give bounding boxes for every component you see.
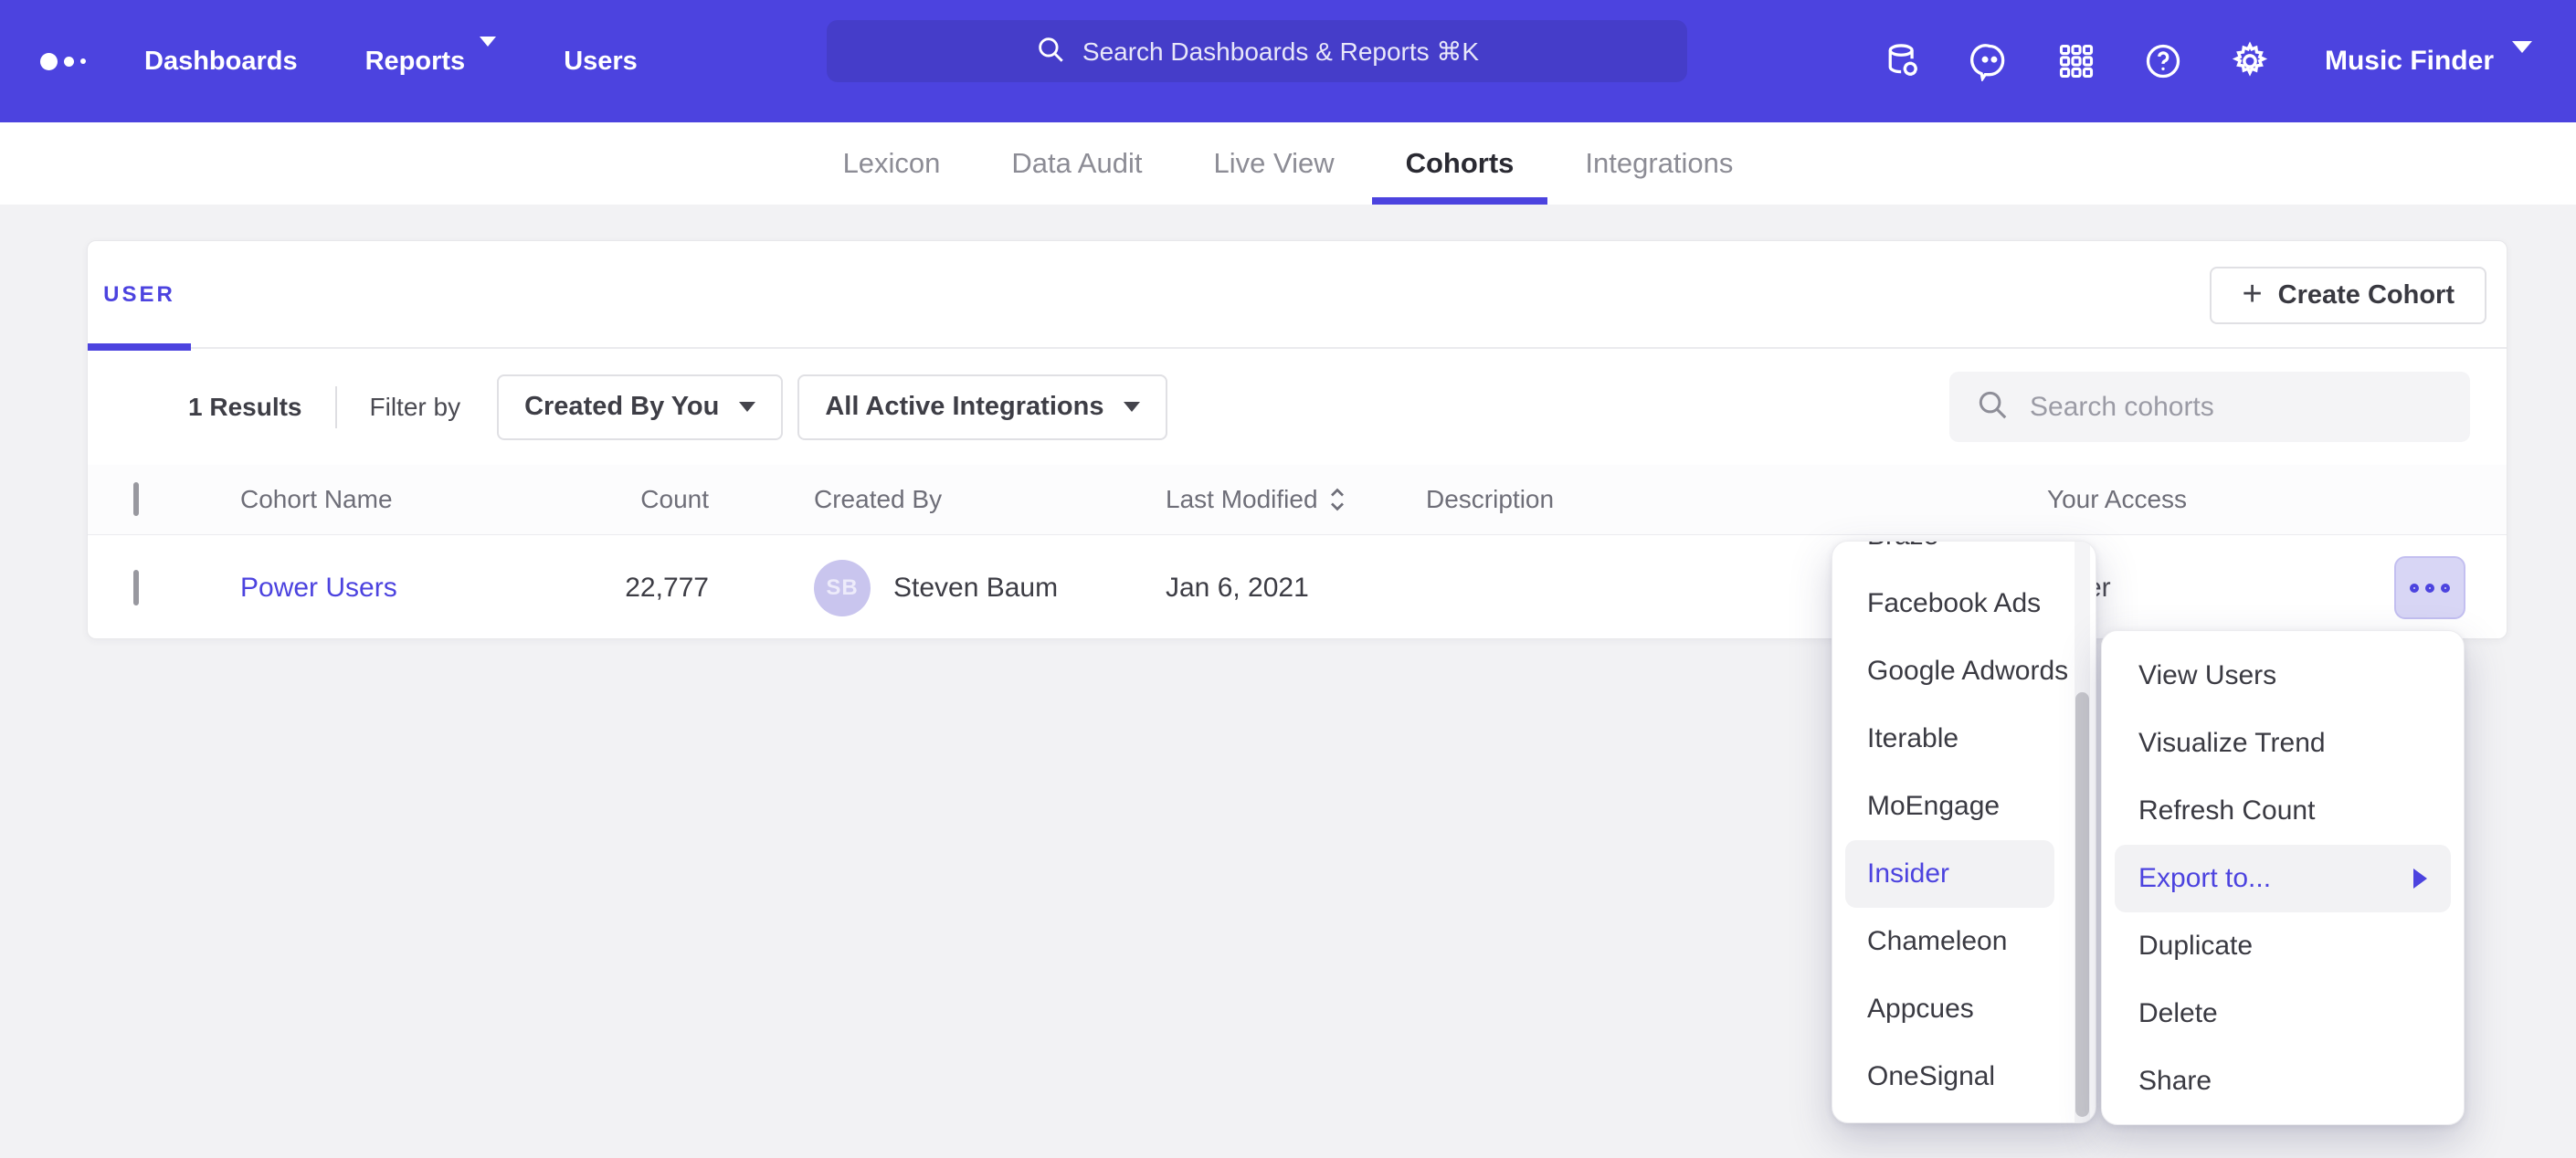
cohort-count: 22,777 (544, 573, 709, 604)
help-icon[interactable] (2142, 40, 2184, 82)
section-tab[interactable]: Live View (1179, 122, 1367, 205)
feedback-icon[interactable] (1969, 40, 2011, 82)
context-menu-item[interactable]: View Users (2102, 642, 2464, 710)
search-cohorts-placeholder: Search cohorts (2030, 392, 2214, 423)
app-screen: Dashboards Reports Users Search Dashboar… (0, 0, 2576, 1158)
search-icon (1975, 387, 2010, 426)
table-header: Cohort Name Count Created By Last Modifi… (88, 465, 2507, 535)
context-menu-list: View Users Visualize Trend Refresh Count… (2102, 642, 2464, 1115)
export-submenu-item[interactable]: Facebook Ads (1832, 570, 2096, 637)
row-context-menu: View Users Visualize Trend Refresh Count… (2101, 630, 2465, 1125)
context-menu-item[interactable]: Export to... (2115, 845, 2451, 912)
top-nav-item[interactable]: Users (564, 47, 638, 77)
section-tab[interactable]: Lexicon (809, 122, 975, 205)
dot-icon (2441, 584, 2450, 593)
column-header-count[interactable]: Count (544, 485, 709, 514)
top-nav: Dashboards Reports Users Search Dashboar… (0, 0, 2576, 122)
created-by-filter[interactable]: Created By You (497, 374, 783, 440)
context-menu-item[interactable]: Refresh Count (2102, 777, 2464, 845)
export-submenu-item[interactable]: Insider (1845, 840, 2054, 908)
tab-user[interactable]: USER (88, 241, 191, 349)
export-submenu-item[interactable]: Chameleon (1832, 908, 2096, 975)
settings-gear-icon[interactable] (2229, 40, 2271, 82)
global-search-placeholder: Search Dashboards & Reports ⌘K (1082, 37, 1479, 67)
export-submenu-item[interactable]: MoEngage (1832, 773, 2096, 840)
section-tabs: Lexicon Data Audit Live View Cohorts Int… (0, 122, 2576, 205)
table-row: Power Users 22,777 SB Steven Baum Jan 6,… (88, 535, 2507, 640)
top-nav-item[interactable]: Reports (365, 47, 497, 77)
search-cohorts-input[interactable]: Search cohorts (1949, 372, 2470, 442)
avatar: SB (814, 560, 871, 616)
last-modified-date: Jan 6, 2021 (1166, 573, 1309, 604)
context-menu-item[interactable]: Visualize Trend (2102, 710, 2464, 777)
column-header-description[interactable]: Description (1426, 485, 1554, 514)
sort-icon (1327, 486, 1347, 513)
chevron-down-icon (2512, 53, 2532, 69)
top-nav-menu: Dashboards Reports Users (144, 47, 638, 77)
column-header-last-modified[interactable]: Last Modified (1166, 485, 1347, 514)
context-menu-item[interactable]: Share (2102, 1047, 2464, 1115)
export-submenu-item[interactable]: Braze (1832, 541, 2096, 570)
cohort-type-tabs: USER + Create Cohort (88, 241, 2507, 349)
row-checkbox[interactable] (133, 570, 139, 605)
column-header-your-access[interactable]: Your Access (2047, 485, 2187, 514)
scrollbar-thumb[interactable] (2075, 692, 2089, 1117)
mixpanel-logo[interactable] (40, 53, 104, 70)
export-submenu-item[interactable]: Appcues (1832, 975, 2096, 1043)
cohort-name-link[interactable]: Power Users (240, 573, 397, 604)
row-actions-button[interactable] (2394, 556, 2465, 619)
global-search-input[interactable]: Search Dashboards & Reports ⌘K (827, 20, 1687, 82)
section-tab[interactable]: Integrations (1551, 122, 1767, 205)
chevron-down-icon (1124, 402, 1140, 412)
context-menu-item[interactable]: Delete (2102, 980, 2464, 1047)
export-submenu-item[interactable]: Iterable (1832, 705, 2096, 773)
select-all-checkbox[interactable] (133, 482, 139, 516)
section-tab[interactable]: Cohorts (1372, 122, 1548, 205)
dot-icon (2425, 584, 2434, 593)
export-submenu-item[interactable]: Google Adwords (1832, 637, 2096, 705)
cohorts-card: USER + Create Cohort 1 Results Filter by… (87, 240, 2507, 639)
filter-by-label: Filter by (370, 393, 461, 422)
results-count: 1 Results (188, 393, 302, 422)
export-submenu-item[interactable]: OneSignal (1832, 1043, 2096, 1111)
filter-row: 1 Results Filter by Created By You All A… (88, 349, 2507, 465)
submenu-arrow-icon (2413, 868, 2427, 889)
search-icon (1035, 34, 1066, 69)
column-header-created-by[interactable]: Created By (814, 485, 942, 514)
integrations-filter[interactable]: All Active Integrations (797, 374, 1167, 440)
context-menu-item[interactable]: Duplicate (2102, 912, 2464, 980)
export-submenu: Braze Facebook Ads Google Adwords Iterab… (1832, 541, 2096, 1123)
section-tab[interactable]: Data Audit (977, 122, 1176, 205)
divider (335, 386, 337, 428)
project-name: Music Finder (2325, 46, 2494, 77)
top-nav-item[interactable]: Dashboards (144, 47, 298, 77)
apps-grid-icon[interactable] (2055, 40, 2097, 82)
chevron-down-icon (480, 47, 496, 77)
data-management-icon[interactable] (1882, 40, 1924, 82)
create-cohort-button[interactable]: + Create Cohort (2210, 267, 2486, 324)
top-nav-right: Music Finder (1882, 0, 2576, 122)
created-by-name: Steven Baum (893, 573, 1058, 604)
column-header-cohort-name[interactable]: Cohort Name (240, 485, 393, 514)
project-switcher[interactable]: Music Finder (2325, 46, 2532, 77)
chevron-down-icon (739, 402, 755, 412)
dot-icon (2410, 584, 2419, 593)
export-submenu-list: Braze Facebook Ads Google Adwords Iterab… (1832, 541, 2096, 1111)
